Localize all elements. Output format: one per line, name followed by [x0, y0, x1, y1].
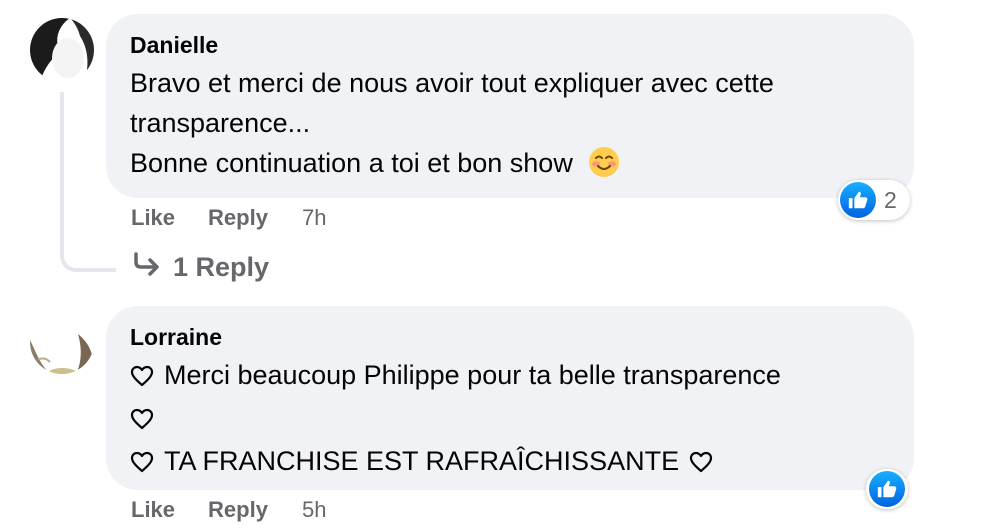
comment-text: TA FRANCHISE EST RAFRAÎCHISSANTE	[164, 446, 680, 476]
like-button[interactable]: Like	[131, 497, 175, 523]
reaction-summary[interactable]	[866, 469, 908, 509]
comment-timestamp[interactable]: 5h	[302, 497, 326, 523]
comment-actions: Like Reply 5h	[131, 495, 326, 525]
comment-bubble: Lorraine Merci beaucoup Philippe pour ta…	[106, 306, 914, 490]
comment-bubble: Danielle Bravo et merci de nous avoir to…	[106, 14, 914, 198]
comment-timestamp[interactable]: 7h	[302, 205, 326, 231]
like-reaction-icon	[840, 182, 876, 218]
avatar[interactable]	[30, 18, 94, 82]
heart-outline-icon	[130, 401, 154, 441]
comment-text: Bonne continuation a toi et bon show	[130, 148, 573, 178]
heart-outline-icon	[689, 444, 713, 484]
comment-text-line: transparence...	[130, 108, 311, 138]
reply-button[interactable]: Reply	[208, 497, 268, 523]
comment-text-line	[130, 398, 890, 441]
comment-text-line: TA FRANCHISE EST RAFRAÎCHISSANTE	[130, 441, 890, 484]
comment-actions: Like Reply 7h	[131, 203, 326, 233]
comment-text-line: Bonne continuation a toi et bon show	[130, 143, 890, 189]
comment-text: Merci beaucoup Philippe pour ta belle tr…	[164, 360, 781, 390]
view-replies-label: 1 Reply	[173, 251, 270, 282]
avatar[interactable]	[30, 310, 94, 374]
view-replies-link[interactable]: 1 Reply	[133, 250, 269, 284]
reply-button[interactable]: Reply	[208, 205, 268, 231]
reaction-summary[interactable]: 2	[838, 180, 910, 220]
comment-text-line: Bravo et merci de nous avoir tout expliq…	[130, 68, 774, 98]
smiling-face-emoji-icon	[588, 146, 620, 189]
comment-text-line: Merci beaucoup Philippe pour ta belle tr…	[130, 355, 890, 398]
heart-outline-icon	[130, 358, 154, 398]
reply-arrow-icon	[133, 251, 161, 283]
reaction-count: 2	[884, 186, 897, 213]
comment-author[interactable]: Lorraine	[130, 322, 890, 352]
like-reaction-icon	[869, 471, 905, 507]
heart-outline-icon	[130, 444, 154, 484]
comment-author[interactable]: Danielle	[130, 30, 890, 60]
like-button[interactable]: Like	[131, 205, 175, 231]
